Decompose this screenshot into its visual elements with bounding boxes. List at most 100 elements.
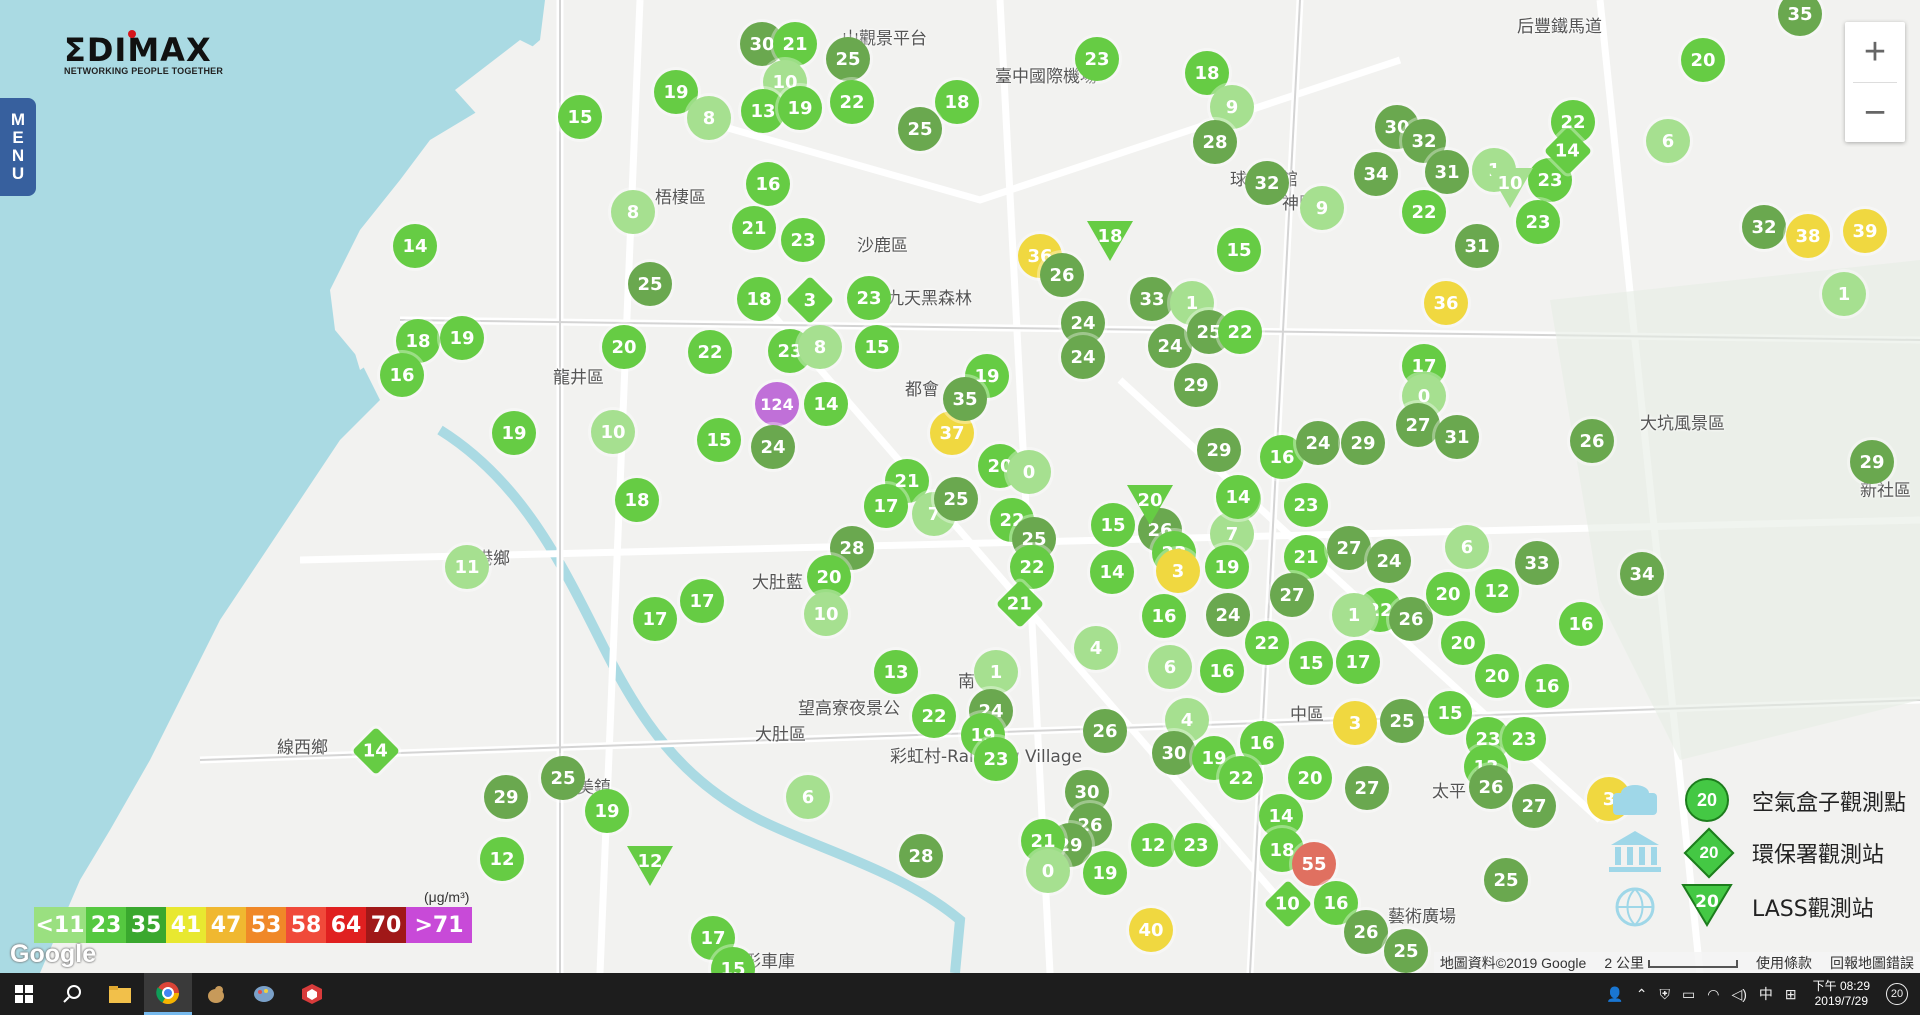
airbox-station-marker[interactable]: 15: [855, 325, 899, 369]
airbox-station-marker[interactable]: 16: [1200, 649, 1244, 693]
airbox-station-marker[interactable]: 55: [1292, 842, 1336, 886]
airbox-station-marker[interactable]: 24: [1367, 539, 1411, 583]
airbox-station-marker[interactable]: 22: [688, 330, 732, 374]
airbox-station-marker[interactable]: 6: [1148, 645, 1192, 689]
airbox-station-marker[interactable]: 124: [755, 382, 799, 426]
airbox-station-marker[interactable]: 20: [1475, 654, 1519, 698]
terms-link[interactable]: 使用條款: [1756, 953, 1812, 973]
wifi-icon[interactable]: ◠: [1707, 986, 1719, 1003]
windows-start-button[interactable]: [0, 973, 48, 1015]
airbox-station-marker[interactable]: 25: [1484, 858, 1528, 902]
app-button-3[interactable]: [240, 973, 288, 1015]
airbox-station-marker[interactable]: 35: [943, 377, 987, 421]
airbox-station-marker[interactable]: 15: [697, 418, 741, 462]
zoom-in-button[interactable]: +: [1845, 22, 1905, 82]
airbox-station-marker[interactable]: 14: [393, 224, 437, 268]
battery-icon[interactable]: ▭: [1682, 986, 1695, 1003]
airbox-station-marker[interactable]: 32: [1742, 205, 1786, 249]
airbox-station-marker[interactable]: 22: [1218, 310, 1262, 354]
airbox-station-marker[interactable]: 22: [830, 80, 874, 124]
airbox-station-marker[interactable]: 28: [1193, 120, 1237, 164]
airbox-station-marker[interactable]: 22: [912, 694, 956, 738]
airbox-station-marker[interactable]: 17: [864, 484, 908, 528]
airbox-station-marker[interactable]: 20: [1426, 572, 1470, 616]
airbox-station-marker[interactable]: 25: [1380, 699, 1424, 743]
airbox-station-marker[interactable]: 3: [1333, 701, 1377, 745]
airbox-station-marker[interactable]: 25: [628, 262, 672, 306]
file-explorer-button[interactable]: [96, 973, 144, 1015]
zoom-out-button[interactable]: −: [1845, 83, 1905, 143]
airbox-station-marker[interactable]: 19: [1083, 851, 1127, 895]
airbox-station-marker[interactable]: 20: [1681, 38, 1725, 82]
airbox-station-marker[interactable]: 18: [615, 478, 659, 522]
airbox-station-marker[interactable]: 23: [1284, 483, 1328, 527]
airbox-station-marker[interactable]: 31: [1425, 150, 1469, 194]
airbox-station-marker[interactable]: 24: [751, 425, 795, 469]
security-icon[interactable]: ⛨: [1660, 986, 1671, 1003]
search-button[interactable]: [48, 973, 96, 1015]
airbox-station-marker[interactable]: 21: [773, 22, 817, 66]
airbox-station-marker[interactable]: 8: [687, 96, 731, 140]
airbox-station-marker[interactable]: 16: [380, 353, 424, 397]
airbox-station-marker[interactable]: 27: [1512, 784, 1556, 828]
airbox-station-marker[interactable]: 23: [1174, 823, 1218, 867]
airbox-station-marker[interactable]: 14: [1090, 550, 1134, 594]
lass-station-marker[interactable]: 10: [1485, 166, 1535, 210]
people-icon[interactable]: 👤: [1606, 986, 1623, 1003]
airbox-station-marker[interactable]: 6: [1646, 119, 1690, 163]
airbox-station-marker[interactable]: 1: [1332, 593, 1376, 637]
airbox-station-marker[interactable]: 19: [440, 316, 484, 360]
airbox-station-marker[interactable]: 4: [1074, 626, 1118, 670]
airbox-station-marker[interactable]: 24: [1206, 593, 1250, 637]
airbox-station-marker[interactable]: 20: [602, 325, 646, 369]
edimax-logo[interactable]: ΣDIMAX NETWORKING PEOPLE TOGETHER: [64, 30, 234, 76]
airbox-station-marker[interactable]: 30: [1152, 731, 1196, 775]
airbox-station-marker[interactable]: 0: [1026, 849, 1070, 893]
airbox-station-marker[interactable]: 17: [680, 579, 724, 623]
airbox-station-marker[interactable]: 8: [611, 190, 655, 234]
app-button-2[interactable]: [192, 973, 240, 1015]
airbox-station-marker[interactable]: 20: [1441, 621, 1485, 665]
airbox-station-marker[interactable]: 26: [1389, 597, 1433, 641]
airbox-station-marker[interactable]: 14: [804, 382, 848, 426]
airbox-station-marker[interactable]: 27: [1327, 526, 1371, 570]
airbox-station-marker[interactable]: 12: [480, 837, 524, 881]
airbox-station-marker[interactable]: 26: [1344, 910, 1388, 954]
chevron-up-icon[interactable]: ⌃: [1636, 986, 1648, 1003]
airbox-station-marker[interactable]: 20: [1288, 756, 1332, 800]
airbox-station-marker[interactable]: 36: [1424, 281, 1468, 325]
airbox-station-marker[interactable]: 16: [1559, 602, 1603, 646]
airbox-station-marker[interactable]: 23: [1075, 37, 1119, 81]
airbox-station-marker[interactable]: 22: [1245, 621, 1289, 665]
airbox-station-marker[interactable]: 34: [1620, 552, 1664, 596]
airbox-station-marker[interactable]: 27: [1345, 766, 1389, 810]
lass-station-marker[interactable]: 20: [1125, 483, 1175, 527]
airbox-station-marker[interactable]: 6: [786, 775, 830, 819]
clock[interactable]: 下午 08:29 2019/7/29: [1813, 979, 1870, 1009]
airbox-station-marker[interactable]: 22: [1402, 190, 1446, 234]
airbox-station-marker[interactable]: 34: [1354, 152, 1398, 196]
airbox-station-marker[interactable]: 3: [1156, 549, 1200, 593]
airbox-station-marker[interactable]: 12: [1475, 569, 1519, 613]
airbox-station-marker[interactable]: 25: [934, 477, 978, 521]
airbox-station-marker[interactable]: 25: [1384, 929, 1428, 973]
airbox-station-marker[interactable]: 18: [935, 80, 979, 124]
airbox-station-marker[interactable]: 31: [1455, 224, 1499, 268]
report-error-link[interactable]: 回報地圖錯誤: [1830, 953, 1914, 973]
airbox-station-marker[interactable]: 27: [1396, 403, 1440, 447]
lass-station-marker[interactable]: 18: [1085, 219, 1135, 263]
airbox-station-marker[interactable]: 24: [1061, 335, 1105, 379]
notification-badge[interactable]: 20: [1886, 983, 1908, 1005]
airbox-station-marker[interactable]: 14: [1216, 475, 1260, 519]
airbox-station-marker[interactable]: 24: [1296, 421, 1340, 465]
airbox-station-marker[interactable]: 12: [1131, 823, 1175, 867]
airbox-station-marker[interactable]: 24: [1148, 324, 1192, 368]
airbox-station-marker[interactable]: 15: [558, 95, 602, 139]
airbox-station-marker[interactable]: 29: [1197, 428, 1241, 472]
airbox-station-marker[interactable]: 15: [1289, 641, 1333, 685]
airbox-station-marker[interactable]: 26: [1469, 765, 1513, 809]
airbox-station-marker[interactable]: 33: [1130, 277, 1174, 321]
airbox-station-marker[interactable]: 19: [492, 411, 536, 455]
airbox-station-marker[interactable]: 29: [1174, 363, 1218, 407]
airbox-station-marker[interactable]: 19: [585, 789, 629, 833]
